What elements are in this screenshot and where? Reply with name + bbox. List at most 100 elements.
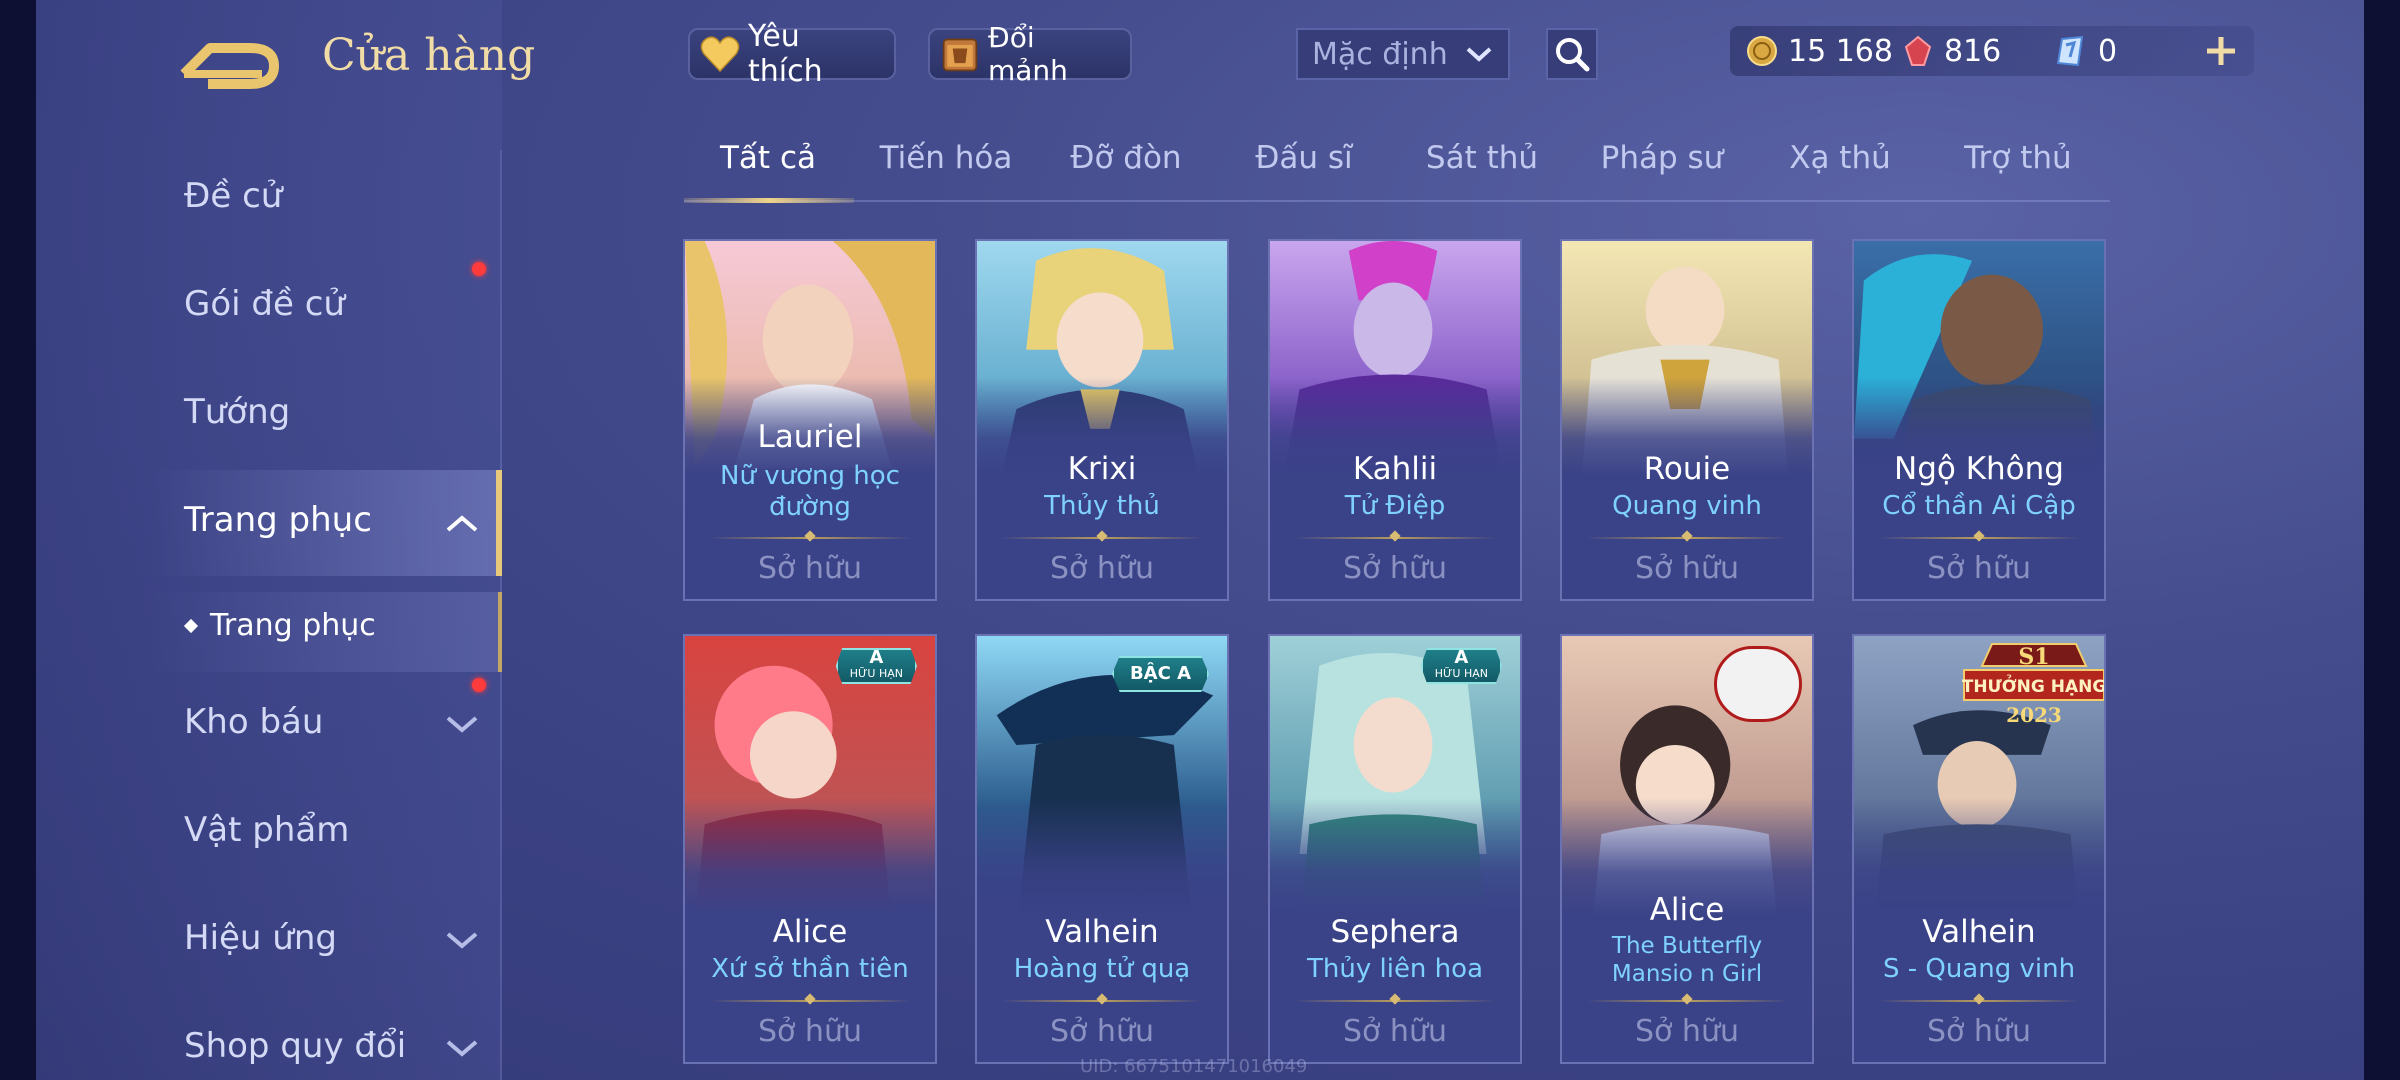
sidebar-item-treasure[interactable]: Kho báu — [184, 702, 323, 742]
search-icon — [1556, 38, 1590, 72]
sidebar-item-skins[interactable]: Trang phục — [184, 500, 372, 540]
tab-support[interactable]: Trợ thủ — [1938, 140, 2098, 176]
sidebar-item-recommended[interactable]: Đề cử — [184, 176, 282, 216]
sidebar-item-items[interactable]: Vật phẩm — [184, 810, 349, 850]
skin-name: Tử Điệp — [1344, 491, 1446, 521]
chevron-down-icon — [446, 716, 478, 733]
card-divider — [1294, 530, 1496, 542]
card-divider — [1878, 993, 2080, 1005]
owned-status: Sở hữu — [758, 551, 862, 586]
skin-card[interactable]: Krixi Thủy thủ Sở hữu — [975, 239, 1229, 601]
tab-marksman[interactable]: Xạ thủ — [1760, 140, 1920, 176]
owned-status: Sở hữu — [1343, 551, 1447, 586]
limited-rank-badge: A HỮU HẠN — [1420, 648, 1502, 684]
card-divider — [709, 993, 911, 1005]
category-tabs: Tất cả Tiến hóa Đỡ đòn Đấu sĩ Sát thủ Ph… — [684, 140, 2108, 204]
sort-dropdown[interactable]: Mặc định — [1296, 28, 1510, 80]
sidebar-subitem-skins[interactable]: Trang phục — [183, 608, 376, 643]
skin-name: S - Quang vinh — [1882, 954, 2076, 984]
gem-balance: 816 — [1902, 28, 2001, 74]
tab-tank[interactable]: Đỡ đòn — [1046, 140, 1206, 176]
skin-card[interactable]: A HỮU HẠN Alice Xứ sở thần tiên Sở hữu — [683, 634, 937, 1064]
shard-exchange-button[interactable]: Đổi mảnh — [928, 21, 1132, 87]
voucher-balance: 0 — [2056, 28, 2117, 74]
hero-name: Valhein — [1922, 914, 2036, 950]
back-button[interactable] — [180, 30, 284, 90]
tab-fighter[interactable]: Đấu sĩ — [1224, 140, 1384, 176]
hero-name: Lauriel — [757, 419, 863, 455]
badge-label: HỮU HẠN — [849, 667, 903, 680]
logo-season: S1 — [2018, 644, 2049, 670]
hero-name: Sephera — [1330, 914, 1460, 950]
sidebar-item-label: Shop quy đổi — [184, 1026, 407, 1066]
skin-card[interactable]: Lauriel Nữ vương học đường Sở hữu — [683, 239, 937, 601]
card-divider — [1001, 530, 1203, 542]
tab-evolution[interactable]: Tiến hóa — [866, 140, 1026, 176]
tab-assassin[interactable]: Sát thủ — [1402, 140, 1562, 176]
sidebar-item-label: Tướng — [184, 392, 291, 432]
skin-name: Nữ vương học đường — [720, 461, 900, 522]
card-divider — [709, 530, 911, 542]
hero-name: Krixi — [1067, 451, 1137, 487]
sidebar-item-exchange-shop[interactable]: Shop quy đổi — [184, 1026, 406, 1066]
badge-rank: A — [869, 647, 884, 668]
user-id: UID: 6675101471016049 — [1080, 1056, 1308, 1077]
notification-dot — [472, 678, 486, 692]
owned-status: Sở hữu — [1927, 1014, 2031, 1049]
owned-status: Sở hữu — [758, 1014, 862, 1049]
skin-name: The Butterfly Mansio n Girl — [1611, 933, 1763, 987]
skin-card[interactable]: S1 THƯỞNG HẠNG 2023 Valhein S - Quang vi… — [1852, 634, 2106, 1064]
skin-name: Thủy thủ — [1044, 491, 1160, 521]
hero-name: Alice — [772, 914, 848, 950]
owned-status: Sở hữu — [1927, 551, 2031, 586]
tab-mage[interactable]: Pháp sư — [1582, 140, 1742, 176]
sidebar-item-heroes[interactable]: Tướng — [184, 392, 290, 432]
card-divider — [1294, 993, 1496, 1005]
skin-card[interactable]: Alice The Butterfly Mansio n Girl Sở hữu — [1560, 634, 1814, 1064]
sidebar-item-label: Gói đề cử — [184, 284, 345, 324]
card-divider — [1001, 993, 1203, 1005]
diamond-bullet-icon — [183, 618, 199, 633]
search-button[interactable] — [1546, 28, 1598, 80]
skin-card[interactable]: BẬC A Valhein Hoàng tử quạ Sở hữu — [975, 634, 1229, 1064]
rank-reward-logo: S1 THƯỞNG HẠNG 2023 — [1962, 643, 2106, 726]
skin-name: Quang vinh — [1612, 491, 1762, 521]
logo-year: 2023 — [2006, 703, 2062, 726]
hero-name: Rouie — [1643, 451, 1731, 487]
sidebar-item-label: Trang phục — [210, 608, 376, 643]
card-divider — [1586, 993, 1788, 1005]
screen-edge-left — [0, 0, 36, 1080]
owned-status: Sở hữu — [1050, 551, 1154, 586]
chevron-down-icon — [1464, 37, 1494, 72]
hero-name: Kahlii — [1352, 451, 1438, 487]
plus-icon — [2207, 37, 2235, 65]
chevron-down-icon — [446, 932, 478, 949]
gem-amount: 816 — [1944, 33, 2002, 69]
add-currency-button[interactable] — [2196, 26, 2246, 76]
skin-name: Hoàng tử quạ — [1013, 954, 1191, 984]
owned-status: Sở hữu — [1050, 1014, 1154, 1049]
limited-rank-badge: A HỮU HẠN — [835, 647, 917, 684]
red-gem-icon — [1904, 35, 1932, 66]
chevron-down-icon — [446, 1040, 478, 1057]
sidebar-item-recommended-bundles[interactable]: Gói đề cử — [184, 284, 345, 324]
tier-a-badge: BẬC A — [1111, 656, 1209, 692]
tab-all[interactable]: Tất cả — [688, 140, 848, 176]
skin-card[interactable]: Kahlii Tử Điệp Sở hữu — [1268, 239, 1522, 601]
skin-card[interactable]: Ngộ Không Cổ thần Ai Cập Sở hữu — [1852, 239, 2106, 601]
sidebar-item-label: Vật phẩm — [184, 810, 350, 850]
logo-title: THƯỞNG HẠNG — [1962, 673, 2106, 697]
sidebar-item-label: Hiệu ứng — [184, 918, 337, 958]
chevron-up-icon — [446, 515, 478, 532]
page-title: Cửa hàng — [322, 30, 536, 81]
skin-card[interactable]: Rouie Quang vinh Sở hữu — [1560, 239, 1814, 601]
coin-amount: 15 168 — [1788, 33, 1893, 69]
skin-card[interactable]: A HỮU HẠN Sephera Thủy liên hoa Sở hữu — [1268, 634, 1522, 1064]
sidebar-item-label: Kho báu — [184, 702, 324, 742]
demon-slayer-logo — [1714, 646, 1802, 722]
sidebar-item-label: Trang phục — [184, 500, 372, 540]
skin-name: Thủy liên hoa — [1307, 954, 1483, 984]
sidebar-item-effects[interactable]: Hiệu ứng — [184, 918, 337, 958]
favorites-button[interactable]: Yêu thích — [688, 19, 896, 89]
hero-name: Ngộ Không — [1894, 451, 2064, 487]
